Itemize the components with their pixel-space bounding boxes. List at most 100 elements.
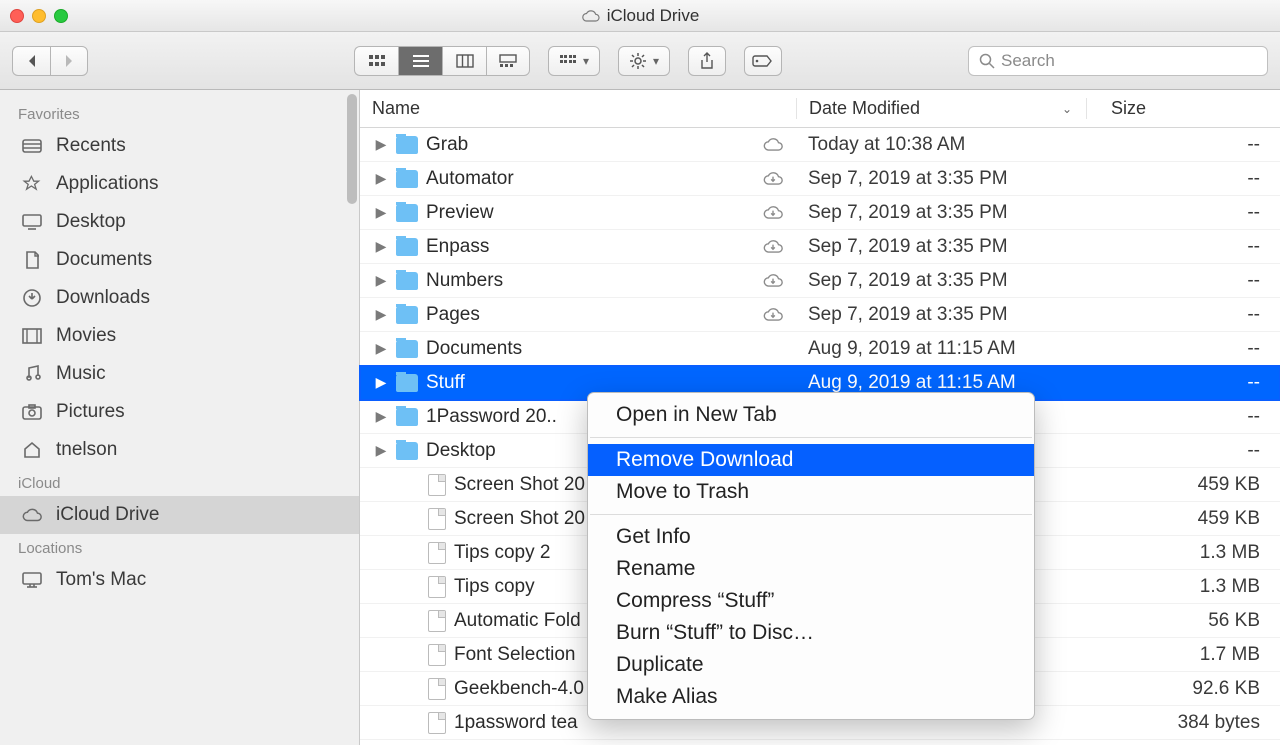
sidebar-item-label: Music bbox=[56, 363, 106, 385]
window-controls bbox=[10, 9, 68, 23]
cloud-status-icon bbox=[762, 273, 796, 288]
sidebar-heading: Favorites bbox=[0, 100, 359, 127]
applications-icon bbox=[20, 174, 44, 194]
row-size: -- bbox=[1118, 304, 1280, 326]
row-size: -- bbox=[1118, 338, 1280, 360]
chevron-down-icon: ▾ bbox=[583, 54, 589, 68]
file-icon bbox=[428, 474, 446, 496]
disclosure-triangle-icon[interactable]: ▶ bbox=[374, 272, 388, 289]
sidebar-item-icloud-drive[interactable]: iCloud Drive bbox=[0, 496, 359, 534]
desktop-icon bbox=[20, 212, 44, 232]
row-name: Automatic Fold bbox=[454, 610, 581, 632]
menu-item-rename[interactable]: Rename bbox=[588, 553, 1034, 585]
row-date: Sep 7, 2019 at 3:35 PM bbox=[796, 236, 1118, 258]
row-size: -- bbox=[1118, 168, 1280, 190]
share-button[interactable] bbox=[688, 46, 726, 76]
menu-item-compress-stuff[interactable]: Compress “Stuff” bbox=[588, 585, 1034, 617]
disclosure-triangle-icon[interactable]: ▶ bbox=[374, 170, 388, 187]
menu-item-remove-download[interactable]: Remove Download bbox=[588, 444, 1034, 476]
disclosure-triangle-icon[interactable]: ▶ bbox=[374, 204, 388, 221]
row-size: -- bbox=[1118, 134, 1280, 156]
row-size: 459 KB bbox=[1118, 474, 1280, 496]
folder-icon bbox=[396, 408, 418, 426]
gear-icon bbox=[629, 52, 647, 70]
window-title-text: iCloud Drive bbox=[607, 6, 700, 26]
view-columns-button[interactable] bbox=[442, 46, 486, 76]
column-date-modified[interactable]: Date Modified ⌄ bbox=[796, 98, 1086, 119]
table-row[interactable]: ▶PreviewSep 7, 2019 at 3:35 PM-- bbox=[360, 196, 1280, 230]
scrollbar-thumb[interactable] bbox=[347, 94, 357, 204]
view-gallery-button[interactable] bbox=[486, 46, 530, 76]
row-size: 384 bytes bbox=[1118, 712, 1280, 734]
row-name: Grab bbox=[426, 134, 468, 156]
file-icon bbox=[428, 576, 446, 598]
disclosure-triangle-icon[interactable]: ▶ bbox=[374, 340, 388, 357]
row-size: 1.3 MB bbox=[1118, 542, 1280, 564]
close-window-button[interactable] bbox=[10, 9, 24, 23]
pictures-icon bbox=[20, 402, 44, 422]
table-row[interactable]: ▶EnpassSep 7, 2019 at 3:35 PM-- bbox=[360, 230, 1280, 264]
minimize-window-button[interactable] bbox=[32, 9, 46, 23]
folder-icon bbox=[396, 238, 418, 256]
search-field[interactable]: Search bbox=[968, 46, 1268, 76]
menu-item-get-info[interactable]: Get Info bbox=[588, 521, 1034, 553]
disclosure-triangle-icon[interactable]: ▶ bbox=[374, 306, 388, 323]
folder-icon bbox=[396, 136, 418, 154]
sidebar-item-desktop[interactable]: Desktop bbox=[0, 203, 359, 241]
table-row[interactable]: ▶AutomatorSep 7, 2019 at 3:35 PM-- bbox=[360, 162, 1280, 196]
file-icon bbox=[428, 712, 446, 734]
search-placeholder: Search bbox=[1001, 51, 1055, 71]
recents-icon bbox=[20, 136, 44, 156]
sidebar-item-documents[interactable]: Documents bbox=[0, 241, 359, 279]
action-menu-button[interactable]: ▾ bbox=[618, 46, 670, 76]
table-row[interactable]: ▶GrabToday at 10:38 AM-- bbox=[360, 128, 1280, 162]
folder-icon bbox=[396, 170, 418, 188]
disclosure-triangle-icon[interactable]: ▶ bbox=[374, 374, 388, 391]
tags-button[interactable] bbox=[744, 46, 782, 76]
folder-icon bbox=[396, 204, 418, 222]
disclosure-triangle-icon[interactable]: ▶ bbox=[374, 136, 388, 153]
row-date: Sep 7, 2019 at 3:35 PM bbox=[796, 202, 1118, 224]
column-name[interactable]: Name bbox=[360, 98, 796, 119]
sidebar-item-pictures[interactable]: Pictures bbox=[0, 393, 359, 431]
table-row[interactable]: ▶NumbersSep 7, 2019 at 3:35 PM-- bbox=[360, 264, 1280, 298]
menu-item-move-to-trash[interactable]: Move to Trash bbox=[588, 476, 1034, 508]
view-list-button[interactable] bbox=[398, 46, 442, 76]
view-switcher bbox=[354, 46, 530, 76]
column-size[interactable]: Size bbox=[1086, 98, 1280, 119]
sidebar-item-tom-s-mac[interactable]: Tom's Mac bbox=[0, 561, 359, 599]
row-date: Sep 7, 2019 at 3:35 PM bbox=[796, 304, 1118, 326]
table-row[interactable]: ▶DocumentsAug 9, 2019 at 11:15 AM-- bbox=[360, 332, 1280, 366]
sidebar-item-applications[interactable]: Applications bbox=[0, 165, 359, 203]
group-by-button[interactable]: ▾ bbox=[548, 46, 600, 76]
folder-icon bbox=[396, 272, 418, 290]
table-row[interactable]: ▶ Pages Sep 7, 2019 at 3:35 PM-- bbox=[360, 298, 1280, 332]
row-name: Pages bbox=[426, 304, 480, 326]
file-icon bbox=[428, 508, 446, 530]
nav-buttons bbox=[12, 46, 88, 76]
disclosure-triangle-icon[interactable]: ▶ bbox=[374, 442, 388, 459]
sidebar-item-label: Movies bbox=[56, 325, 116, 347]
file-icon bbox=[428, 542, 446, 564]
disclosure-triangle-icon[interactable]: ▶ bbox=[374, 238, 388, 255]
menu-item-duplicate[interactable]: Duplicate bbox=[588, 649, 1034, 681]
row-size: -- bbox=[1118, 372, 1280, 394]
sidebar-item-label: Applications bbox=[56, 173, 158, 195]
row-date: Sep 7, 2019 at 3:35 PM bbox=[796, 270, 1118, 292]
sidebar-item-music[interactable]: Music bbox=[0, 355, 359, 393]
cloud-status-icon bbox=[762, 137, 796, 152]
row-size: -- bbox=[1118, 270, 1280, 292]
downloads-icon bbox=[20, 288, 44, 308]
disclosure-triangle-icon[interactable]: ▶ bbox=[374, 408, 388, 425]
menu-item-open-in-new-tab[interactable]: Open in New Tab bbox=[588, 399, 1034, 431]
back-button[interactable] bbox=[12, 46, 50, 76]
sidebar-item-movies[interactable]: Movies bbox=[0, 317, 359, 355]
sidebar-item-tnelson[interactable]: tnelson bbox=[0, 431, 359, 469]
sidebar-item-recents[interactable]: Recents bbox=[0, 127, 359, 165]
menu-item-burn-stuff-to-disc[interactable]: Burn “Stuff” to Disc… bbox=[588, 617, 1034, 649]
view-icons-button[interactable] bbox=[354, 46, 398, 76]
forward-button[interactable] bbox=[50, 46, 88, 76]
zoom-window-button[interactable] bbox=[54, 9, 68, 23]
menu-item-make-alias[interactable]: Make Alias bbox=[588, 681, 1034, 713]
sidebar-item-downloads[interactable]: Downloads bbox=[0, 279, 359, 317]
